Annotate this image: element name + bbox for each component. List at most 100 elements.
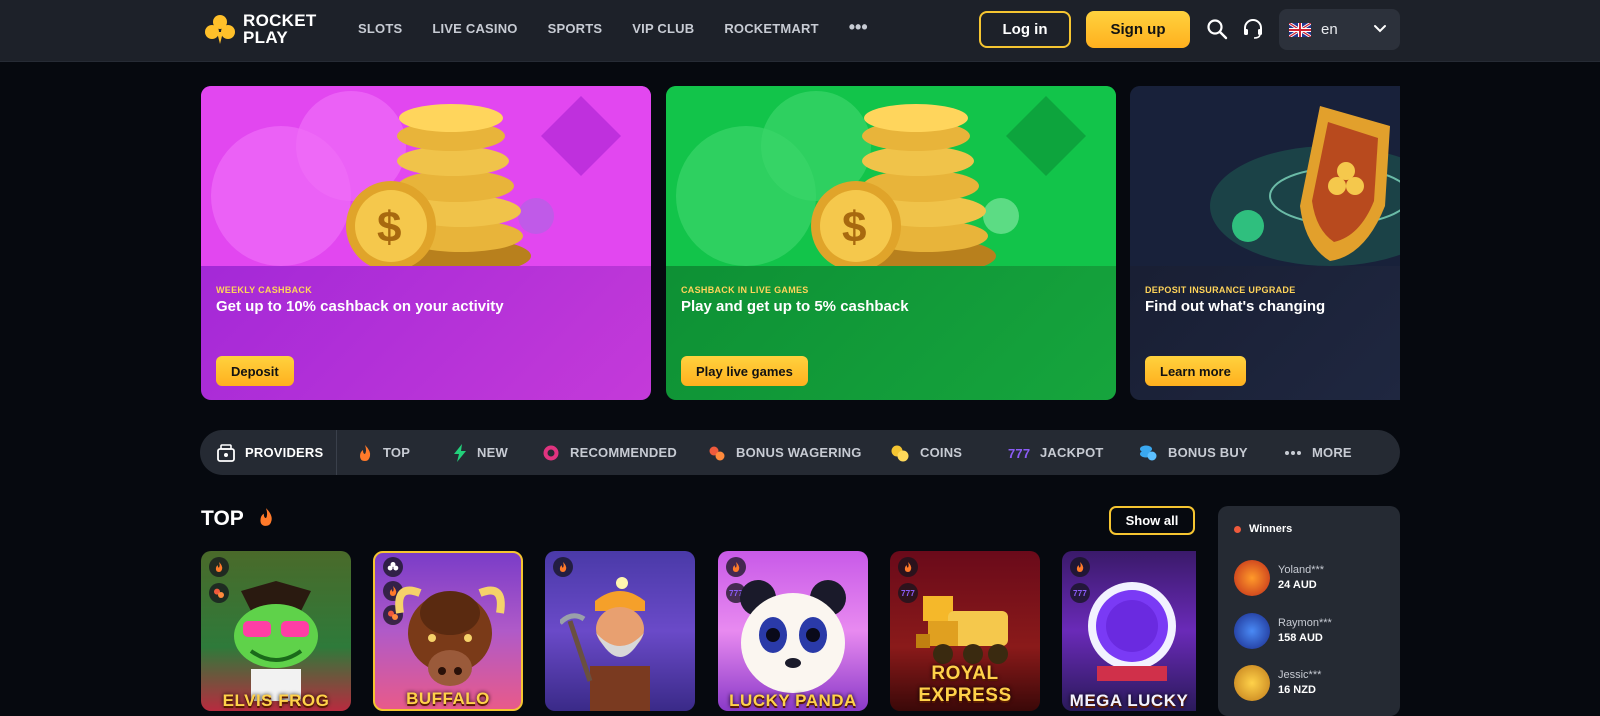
game-title: LUCKY PANDA <box>729 691 857 710</box>
shield-art <box>1130 86 1400 266</box>
winner-game-thumb <box>1234 613 1270 649</box>
category-bar: PROVIDERS TOP NEW RECOMMENDED BONUS WAGE… <box>200 430 1400 475</box>
providers-icon <box>217 443 235 462</box>
category-label: JACKPOT <box>1040 445 1104 460</box>
bonus-wagering-icon <box>709 446 725 460</box>
promo-title: Find out what's changing <box>1145 298 1326 315</box>
category-label: COINS <box>920 445 963 460</box>
category-label: BONUS BUY <box>1168 445 1248 460</box>
winners-title: Winners <box>1249 523 1293 535</box>
deposit-button[interactable]: Deposit <box>216 356 294 386</box>
promo-card-live-cashback[interactable]: $ CASHBACK IN LIVE GAMES Play and get up… <box>666 86 1116 400</box>
recommended-icon <box>543 445 559 460</box>
category-new[interactable]: NEW <box>453 430 508 475</box>
learn-more-button[interactable]: Learn more <box>1145 356 1246 386</box>
login-button[interactable]: Log in <box>979 11 1071 48</box>
winner-amount: 158 AUD <box>1278 632 1323 644</box>
promo-tag: DEPOSIT INSURANCE UPGRADE <box>1145 285 1296 295</box>
show-all-button[interactable]: Show all <box>1109 506 1195 535</box>
fire-icon <box>360 444 371 461</box>
category-bonus-wagering[interactable]: BONUS WAGERING <box>708 430 862 475</box>
live-dot-icon <box>1234 525 1241 533</box>
nav-slots[interactable]: SLOTS <box>358 21 402 36</box>
category-coins[interactable]: COINS <box>890 430 962 475</box>
winner-amount: 16 NZD <box>1278 684 1316 696</box>
promo-card-deposit-insurance[interactable]: DEPOSIT INSURANCE UPGRADE Find out what'… <box>1130 86 1400 400</box>
panda-character-art <box>740 580 846 693</box>
search-icon[interactable] <box>1205 17 1229 41</box>
bonus-buy-icon <box>1140 445 1157 460</box>
winner-row[interactable]: Yoland*** 24 AUD <box>1234 560 1394 600</box>
fire-badge-icon <box>898 557 918 577</box>
winners-header: Winners <box>1234 523 1292 535</box>
nav-vip-club[interactable]: VIP CLUB <box>632 21 694 36</box>
nav-live-casino[interactable]: LIVE CASINO <box>432 21 517 36</box>
nav-rocketmart[interactable]: ROCKETMART <box>724 21 818 36</box>
winner-amount: 24 AUD <box>1278 579 1317 591</box>
winner-username: Jessic*** <box>1278 669 1322 681</box>
game-tile-elvis-frog[interactable]: ELVIS FROG <box>201 551 351 711</box>
nav-more-icon[interactable]: ••• <box>849 18 868 36</box>
game-title: ROYAL EXPRESS <box>918 663 1012 706</box>
language-label: en <box>1321 21 1338 38</box>
support-headset-icon[interactable] <box>1241 17 1265 41</box>
main-nav: SLOTS LIVE CASINO SPORTS VIP CLUB ROCKET… <box>358 18 868 36</box>
promo-title: Get up to 10% cashback on your activity <box>216 298 504 315</box>
poker-chip-art <box>1088 582 1176 681</box>
winner-game-thumb <box>1234 665 1270 701</box>
category-providers[interactable]: PROVIDERS <box>217 430 323 475</box>
train-art <box>916 596 1008 664</box>
buffalo-character-art <box>395 586 505 686</box>
winner-username: Yoland*** <box>1278 564 1325 576</box>
promo-tag: CASHBACK IN LIVE GAMES <box>681 285 809 295</box>
uk-flag-icon <box>1289 22 1311 37</box>
category-label: BONUS WAGERING <box>736 445 862 460</box>
game-tile-lucky-panda[interactable]: 777 LUCKY PANDA <box>718 551 868 711</box>
game-title: ELVIS FROG <box>222 691 330 710</box>
category-label: NEW <box>477 445 508 460</box>
game-tile-miner[interactable] <box>545 551 695 711</box>
category-label: TOP <box>383 445 411 460</box>
nav-sports[interactable]: SPORTS <box>548 21 603 36</box>
promo-tag: WEEKLY CASHBACK <box>216 285 313 295</box>
more-dots-icon <box>1285 450 1301 455</box>
signup-button[interactable]: Sign up <box>1086 11 1190 48</box>
logo-word-play: PLAY <box>243 28 288 47</box>
fire-icon <box>260 508 272 526</box>
category-recommended[interactable]: RECOMMENDED <box>542 430 677 475</box>
category-jackpot[interactable]: 777 JACKPOT <box>1008 430 1104 475</box>
rocketplay-logo[interactable]: ROCKET PLAY <box>203 12 317 46</box>
club-logo-icon <box>205 15 235 44</box>
category-label: PROVIDERS <box>245 445 324 460</box>
game-tile-mega-lucky[interactable]: 777 MEGA LUCKY <box>1062 551 1196 711</box>
winner-row[interactable]: Raymon*** 158 AUD <box>1234 613 1394 653</box>
section-title-top: TOP <box>201 507 275 531</box>
coins-stack-art: $ <box>666 86 1116 266</box>
svg-text:$: $ <box>842 203 866 252</box>
coins-stack-art: $ <box>201 86 651 266</box>
chevron-down-icon <box>1374 25 1386 33</box>
promo-title: Play and get up to 5% cashback <box>681 298 909 315</box>
section-title-label: TOP <box>201 507 244 530</box>
winners-panel: Winners Yoland*** 24 AUD Raymon*** 158 A… <box>1218 506 1400 716</box>
top-header: ROCKET PLAY SLOTS LIVE CASINO SPORTS VIP… <box>0 0 1600 62</box>
miner-character-art <box>560 577 650 711</box>
frog-character-art <box>234 581 318 701</box>
game-title: MEGA LUCKY <box>1069 691 1189 710</box>
game-tile-royal-express[interactable]: 777 ROYAL EXPRESS <box>890 551 1040 711</box>
category-more[interactable]: MORE <box>1284 430 1352 475</box>
category-divider <box>336 430 337 475</box>
lightning-icon <box>454 443 466 462</box>
game-tile-buffalo[interactable]: BUFFALO <box>373 551 523 711</box>
category-bonus-buy[interactable]: BONUS BUY <box>1138 430 1248 475</box>
fire-badge-icon <box>209 557 229 577</box>
fire-badge-icon <box>1070 557 1090 577</box>
category-label: RECOMMENDED <box>570 445 677 460</box>
logo-word-rocket: ROCKET <box>243 11 317 30</box>
coins-icon <box>891 445 909 461</box>
play-live-games-button[interactable]: Play live games <box>681 356 808 386</box>
promo-card-weekly-cashback[interactable]: $ WEEKLY CASHBACK Get up to 10% cashback… <box>201 86 651 400</box>
winner-row[interactable]: Jessic*** 16 NZD <box>1234 665 1394 705</box>
category-top[interactable]: TOP <box>357 430 410 475</box>
language-selector[interactable]: en <box>1279 9 1400 50</box>
